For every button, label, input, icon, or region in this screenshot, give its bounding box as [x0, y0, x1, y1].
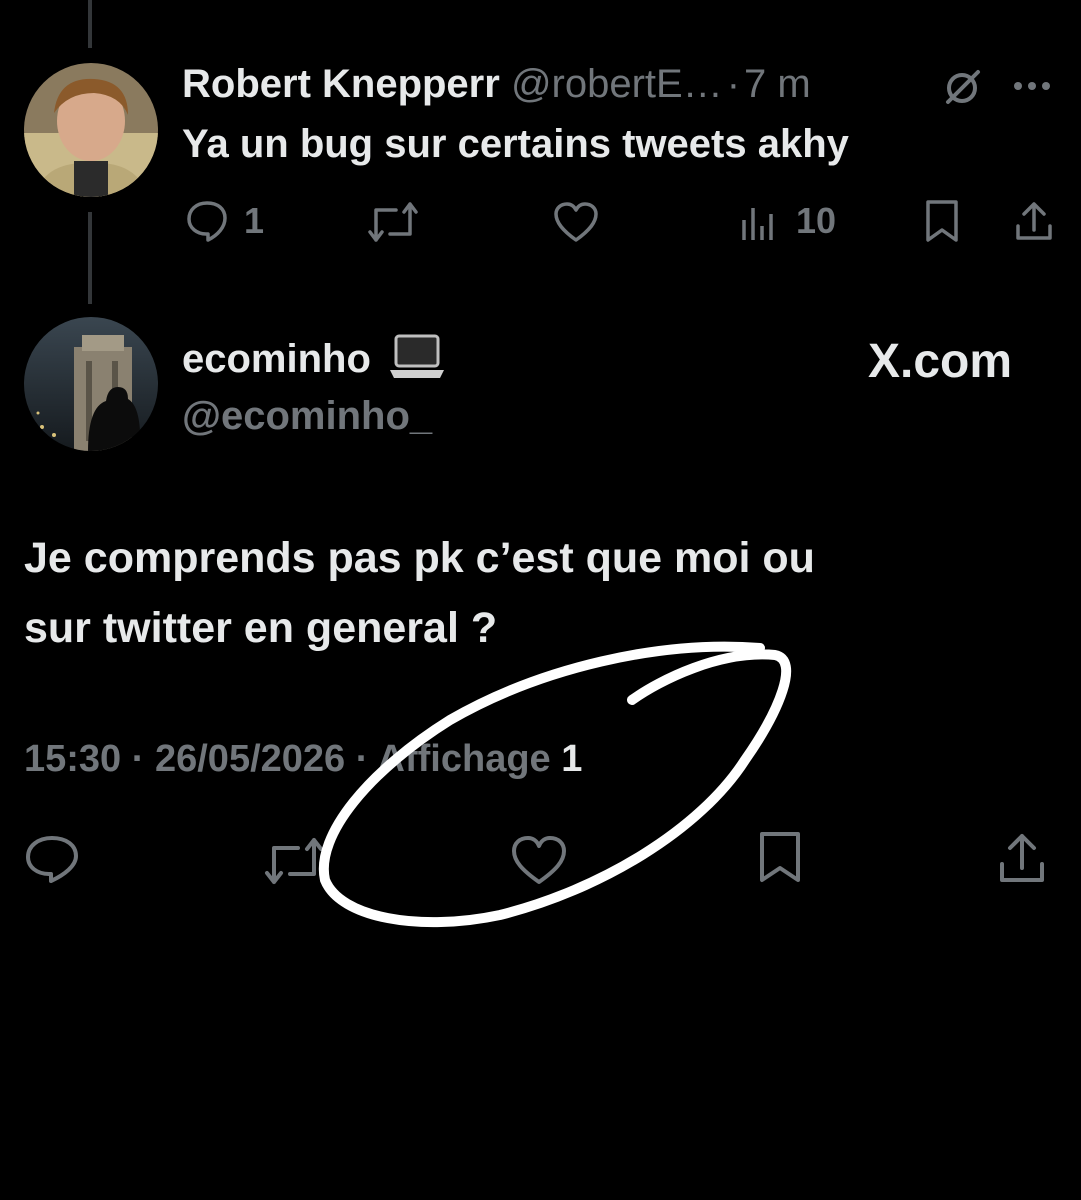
hand-drawn-circle-annotation: [318, 641, 792, 928]
